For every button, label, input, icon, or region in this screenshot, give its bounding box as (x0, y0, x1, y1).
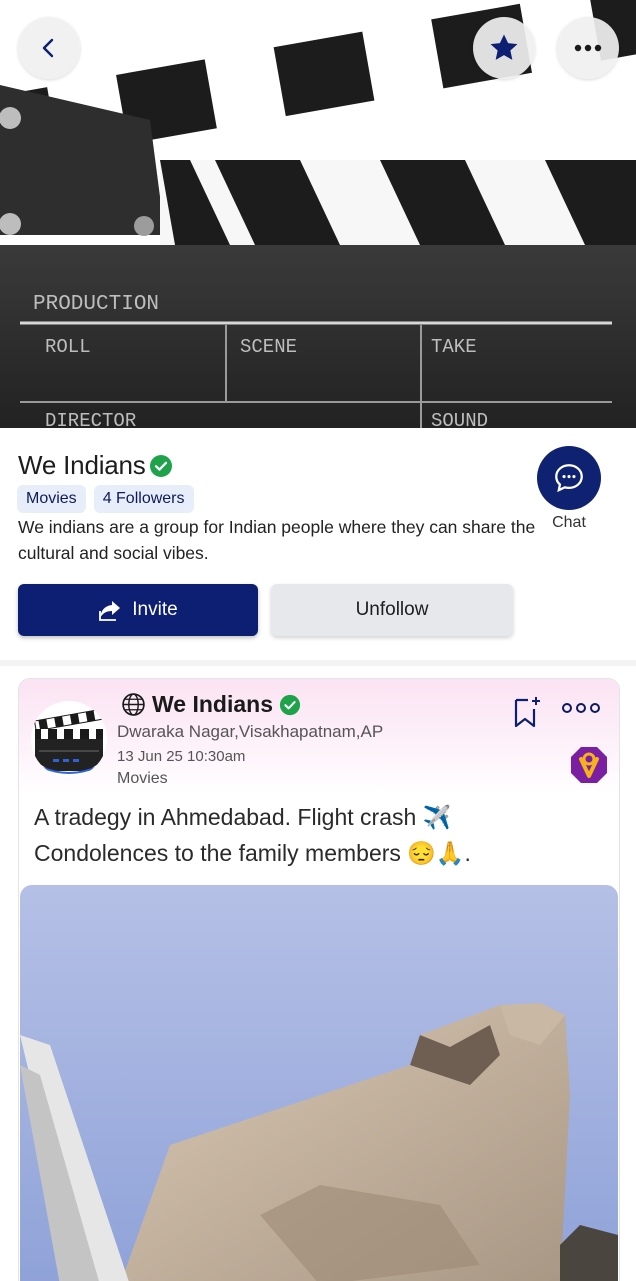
post-header: We Indians Dwaraka Nagar,Visakhapatnam,A… (19, 679, 619, 793)
post-more-button[interactable] (562, 703, 600, 713)
chevron-left-icon (42, 38, 54, 58)
brand-logo-icon (571, 747, 607, 783)
dot-icon (590, 703, 600, 713)
bookmark-add-icon[interactable] (513, 695, 543, 729)
unfollow-label: Unfollow (355, 599, 429, 620)
post-text-line-2: Condolences to the family members 😔🙏. (34, 840, 471, 866)
verified-badge-icon (149, 454, 172, 477)
post-text-line-1: A tradegy in Ahmedabad. Flight crash ✈️ (34, 804, 452, 830)
share-arrow-icon (99, 601, 121, 621)
post-category: Movies (117, 770, 168, 787)
post-location: Dwaraka Nagar,Visakhapatnam,AP (117, 722, 384, 741)
more-options-button[interactable] (557, 17, 619, 79)
post-title-row: We Indians (121, 691, 301, 718)
back-button[interactable] (18, 17, 80, 79)
chat-circle[interactable] (537, 446, 601, 510)
clapper-director-text: DIRECTOR (45, 410, 136, 428)
post-group-name[interactable]: We Indians (152, 691, 273, 718)
chat-label: Chat (552, 514, 586, 531)
invite-button[interactable]: Invite (18, 584, 258, 636)
aircraft-wreckage-image (20, 885, 618, 1281)
clapper-roll-text: ROLL (45, 336, 91, 358)
post-image[interactable] (20, 885, 618, 1281)
group-info: We Indians Movies 4 Followers We indians… (0, 428, 636, 664)
post-timestamp: 13 Jun 25 10:30am (117, 748, 246, 765)
clapperboard-avatar-icon (33, 708, 104, 774)
cover-image: PRODUCTION ROLL SCENE TAKE DIRECTOR SOUN… (0, 0, 636, 428)
verified-badge-icon (279, 694, 301, 715)
group-title: We Indians (18, 450, 146, 480)
clapper-take-text: TAKE (431, 336, 477, 358)
group-description: We indians are a group for Indian people… (18, 517, 536, 563)
dot-icon (576, 703, 586, 713)
invite-label: Invite (132, 599, 178, 620)
chat-bubble-icon (555, 464, 583, 493)
chat-button[interactable]: Chat (537, 446, 601, 532)
clapperboard-image: PRODUCTION ROLL SCENE TAKE DIRECTOR SOUN… (0, 0, 636, 428)
unfollow-button[interactable]: Unfollow (271, 584, 513, 636)
post-text: A tradegy in Ahmedabad. Flight crash ✈️ … (34, 799, 594, 871)
followers-chip[interactable]: 4 Followers (93, 485, 194, 513)
post-avatar[interactable] (31, 701, 107, 777)
group-title-row: We Indians (18, 450, 173, 481)
group-chips: Movies 4 Followers (17, 485, 194, 513)
clapper-production-text: PRODUCTION (33, 293, 159, 316)
category-chip[interactable]: Movies (17, 485, 86, 513)
favorite-button[interactable] (473, 17, 535, 79)
clapper-sound-text: SOUND (431, 410, 488, 428)
globe-icon (122, 693, 145, 716)
dot-icon (562, 703, 572, 713)
more-horizontal-icon (574, 44, 602, 52)
star-icon (490, 34, 518, 60)
post-card: We Indians Dwaraka Nagar,Visakhapatnam,A… (18, 678, 620, 1281)
clapper-scene-text: SCENE (240, 336, 297, 358)
section-divider (0, 660, 636, 666)
